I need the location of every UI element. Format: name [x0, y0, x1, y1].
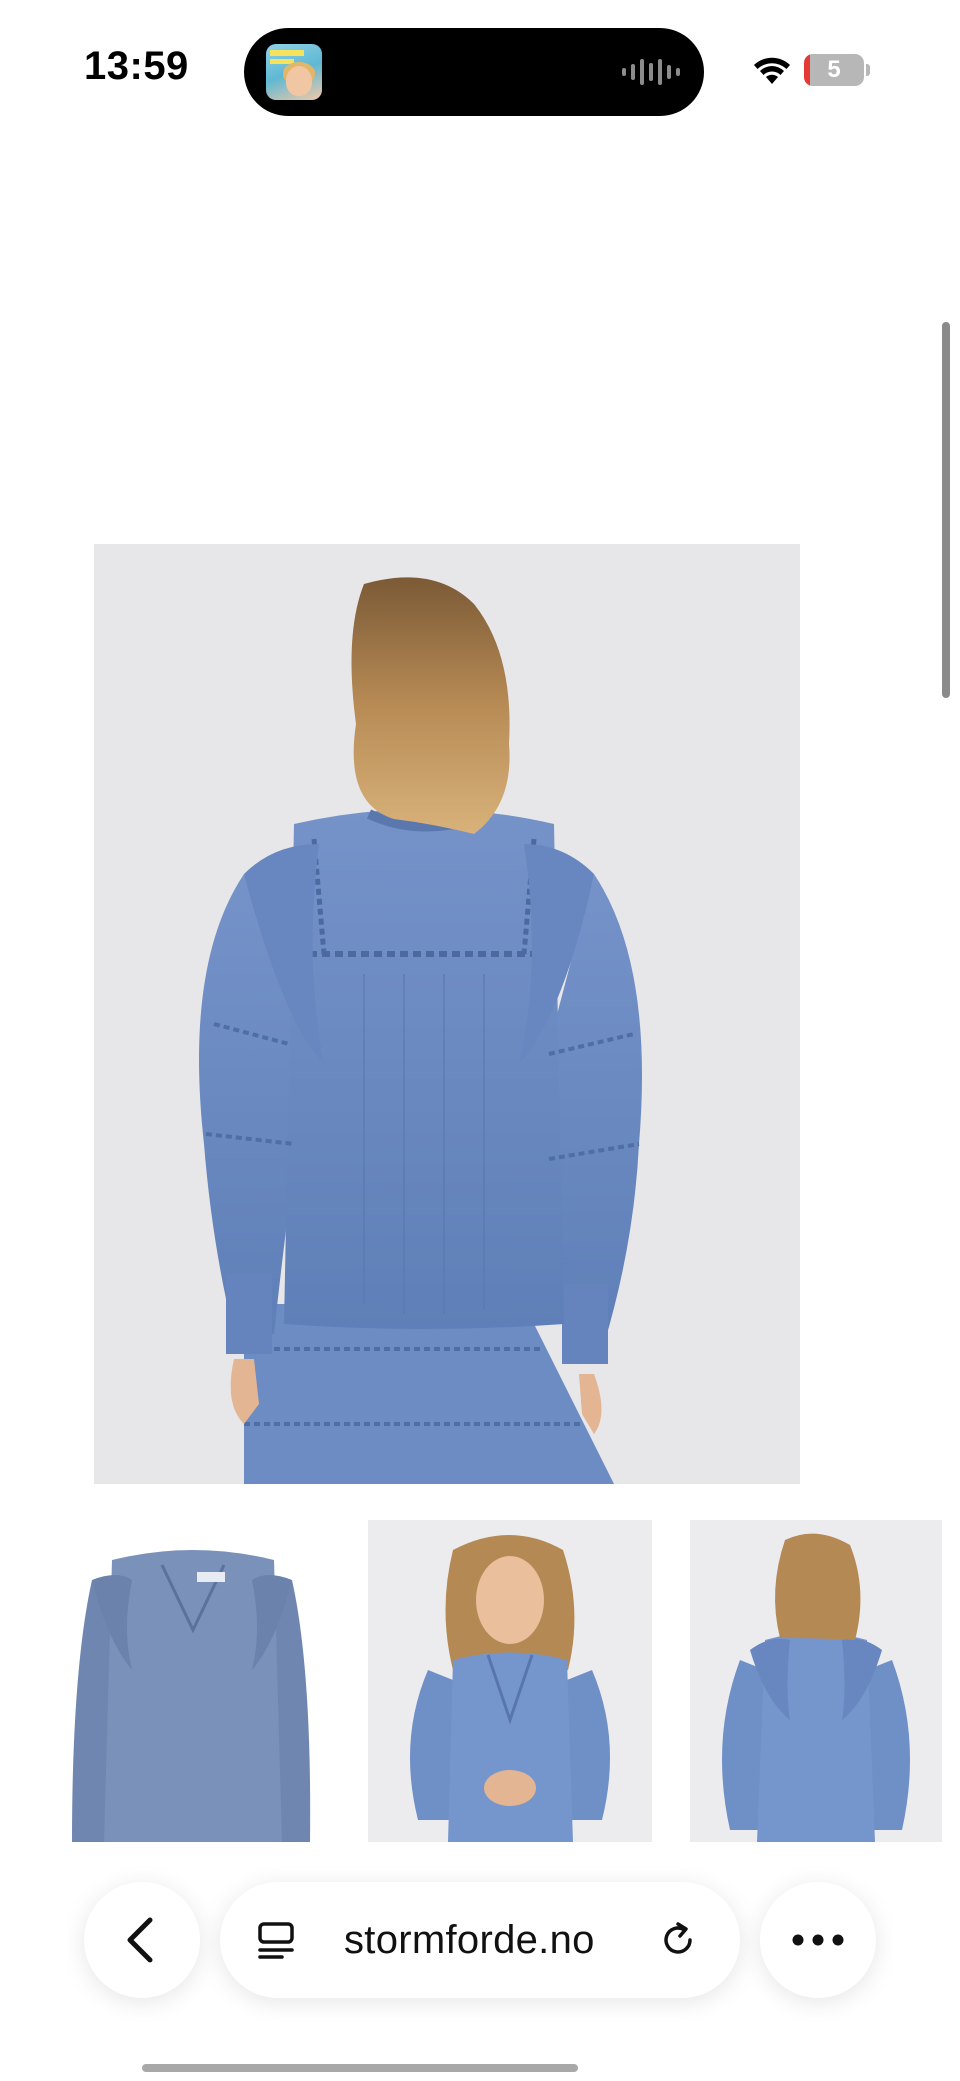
- blouse-front-view-model: [368, 1520, 652, 1842]
- podcast-artwork-icon[interactable]: [266, 44, 322, 100]
- main-product-image[interactable]: [94, 544, 800, 1484]
- browser-page: 13:59 5 stormforde.no: [0, 0, 960, 2081]
- thumbnail-flat-lay[interactable]: [62, 1520, 324, 1842]
- thumbnail-back-view[interactable]: [690, 1520, 942, 1842]
- dynamic-island[interactable]: [244, 28, 704, 116]
- more-options-button[interactable]: [760, 1882, 876, 1998]
- status-time: 13:59: [84, 44, 189, 88]
- reader-mode-icon[interactable]: [256, 1920, 296, 1960]
- back-button[interactable]: [84, 1882, 200, 1998]
- home-indicator[interactable]: [142, 2064, 578, 2072]
- reload-icon[interactable]: [656, 1918, 700, 1962]
- address-bar[interactable]: stormforde.no: [220, 1882, 740, 1998]
- url-text[interactable]: stormforde.no: [344, 1882, 595, 1998]
- blouse-back-view-model: [94, 544, 800, 1484]
- waveform-icon: [622, 58, 680, 86]
- wifi-icon: [754, 57, 790, 84]
- scroll-indicator[interactable]: [942, 322, 950, 698]
- blouse-flat-lay: [62, 1520, 324, 1842]
- blouse-back-view-model: [690, 1520, 942, 1842]
- thumbnail-front-view[interactable]: [368, 1520, 652, 1842]
- battery-indicator: 5: [804, 54, 870, 86]
- chevron-left-icon: [127, 1917, 153, 1963]
- ellipsis-icon: [792, 1934, 844, 1946]
- battery-percentage: 5: [827, 56, 841, 83]
